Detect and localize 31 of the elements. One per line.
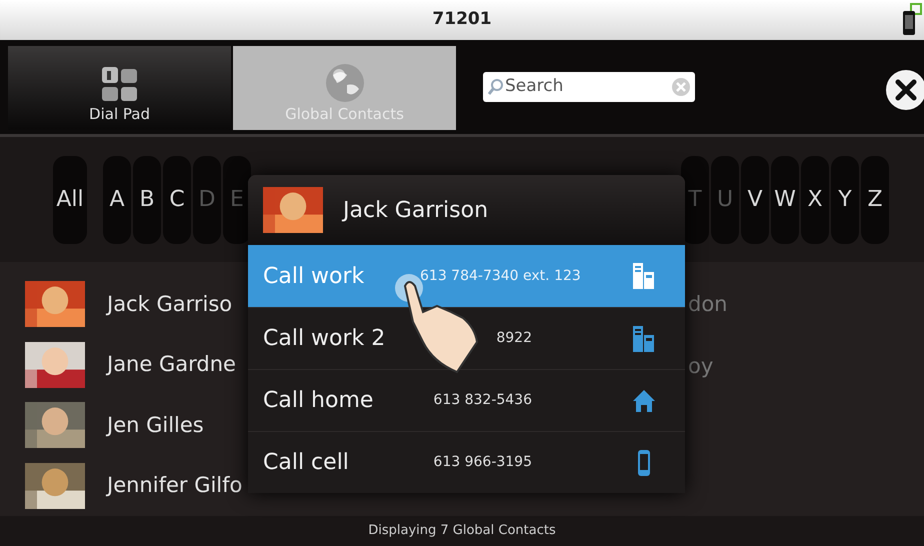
status-text: Displaying 7 Global Contacts — [368, 522, 556, 540]
search-icon — [487, 78, 505, 96]
phone-number: 613 832-5436 — [432, 391, 532, 410]
call-option[interactable]: Call home 613 832-5436 — [248, 369, 685, 431]
call-option[interactable]: Call cell 613 966-3195 — [248, 431, 685, 493]
close-button[interactable] — [886, 70, 924, 110]
building-icon — [631, 324, 657, 354]
alphabet-letter[interactable]: Z — [861, 156, 889, 244]
contact-name[interactable]: Jane Gardne — [107, 349, 236, 380]
close-icon — [895, 79, 917, 101]
phone-number: 8922 — [495, 329, 532, 348]
popup-contact-name: Jack Garrison — [343, 196, 488, 224]
alphabet-letter[interactable]: A — [103, 156, 131, 244]
contact-name[interactable]: Jen Gilles — [107, 410, 204, 441]
contact-name[interactable]: Jennifer Gilfo — [107, 470, 242, 502]
alphabet-letter[interactable]: Y — [831, 156, 859, 244]
alphabet-letter[interactable]: All — [53, 156, 87, 244]
alphabet-letter[interactable]: B — [133, 156, 161, 244]
alphabet-letter[interactable]: V — [741, 156, 769, 244]
alphabet-letter[interactable]: C — [163, 156, 191, 244]
phone-number: 613 966-3195 — [432, 453, 532, 472]
search-field[interactable]: Search — [483, 72, 695, 102]
window-title: 71201 — [432, 8, 492, 32]
contact-name[interactable]: don — [688, 289, 728, 321]
phone-icon — [902, 3, 922, 37]
search-input[interactable]: Search — [505, 74, 655, 100]
contact-name[interactable]: Jack Garriso — [107, 288, 232, 320]
phone-number: 613 784-7340 ext. 123 — [420, 266, 581, 286]
alphabet-letter[interactable]: X — [801, 156, 829, 244]
alphabet-letter[interactable]: W — [771, 156, 799, 244]
building-icon — [631, 261, 657, 291]
